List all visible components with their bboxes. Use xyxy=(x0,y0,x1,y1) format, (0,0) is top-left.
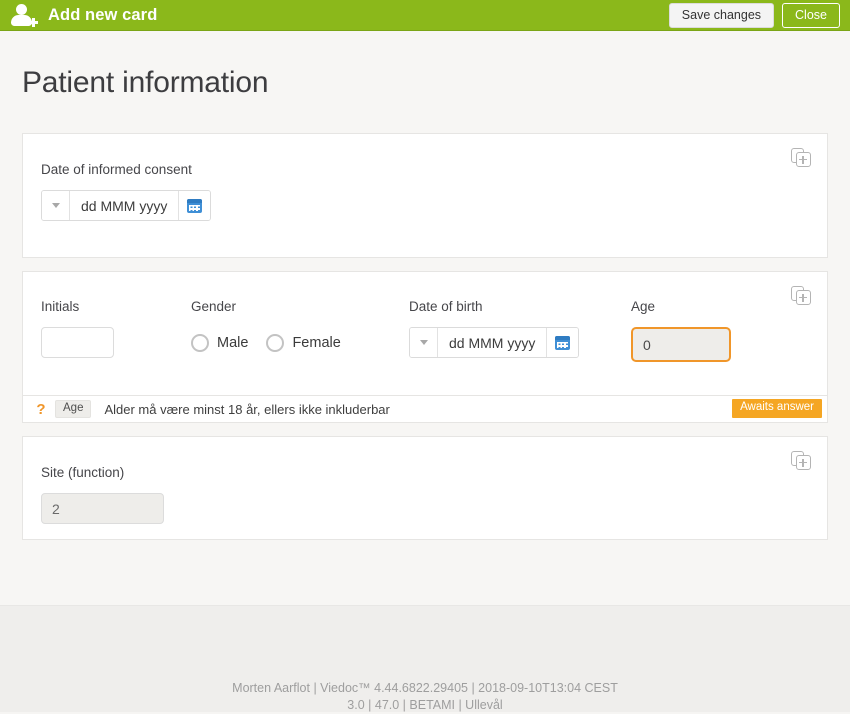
field-gender: Gender Male Female xyxy=(191,299,409,362)
footer-line-2: 3.0 | 47.0 | BETAMI | Ullevål xyxy=(347,698,503,712)
gender-radio-group: Male Female xyxy=(191,327,409,358)
age-input[interactable]: 0 xyxy=(631,327,731,362)
app-title: Add new card xyxy=(48,5,158,24)
header-actions: Save changes Close xyxy=(668,3,840,28)
app-header: Add new card Save changes Close xyxy=(0,0,850,31)
initials-label: Initials xyxy=(41,299,80,314)
dob-date-input[interactable]: dd MMM yyyy xyxy=(438,328,547,357)
question-icon[interactable]: ? xyxy=(33,401,49,418)
gender-label: Gender xyxy=(191,299,237,314)
validation-message-bar: ? Age Alder må være minst 18 år, ellers … xyxy=(22,396,828,423)
footer-line-1: Morten Aarflot | Viedoc™ 4.44.6822.29405… xyxy=(232,681,618,695)
page-footer: Morten Aarflot | Viedoc™ 4.44.6822.29405… xyxy=(0,605,850,712)
field-date-of-birth: Date of birth dd MMM yyyy xyxy=(409,299,631,362)
card-site-function: Site (function) 2 xyxy=(22,436,828,540)
site-input[interactable]: 2 xyxy=(41,493,164,524)
copy-add-icon[interactable] xyxy=(791,284,815,308)
status-badge[interactable]: Awaits answer xyxy=(732,399,822,418)
copy-add-icon[interactable] xyxy=(791,449,815,473)
card-date-of-informed-consent: Date of informed consent dd MMM yyyy xyxy=(22,133,828,258)
radio-circle-icon xyxy=(266,333,285,352)
radio-circle-icon xyxy=(191,333,209,352)
validation-message-text: Alder må være minst 18 år, ellers ikke i… xyxy=(104,401,390,417)
gender-radio-female-label: Female xyxy=(292,334,341,351)
validation-field-tag: Age xyxy=(55,399,92,419)
add-user-icon xyxy=(10,2,40,28)
app-header-brand: Add new card xyxy=(0,2,157,28)
calendar-icon xyxy=(187,198,203,213)
field-age: Age 0 xyxy=(631,299,781,362)
gender-radio-male[interactable]: Male xyxy=(191,333,249,352)
page-title: Patient information xyxy=(22,66,269,99)
chevron-down-icon xyxy=(419,340,428,345)
dob-date-dropdown-button[interactable] xyxy=(410,328,438,357)
consent-date-label: Date of informed consent xyxy=(41,162,192,177)
save-changes-button[interactable]: Save changes xyxy=(668,3,775,28)
dob-date-widget[interactable]: dd MMM yyyy xyxy=(409,327,580,358)
consent-date-widget[interactable]: dd MMM yyyy xyxy=(41,190,212,221)
calendar-icon xyxy=(555,335,571,350)
gender-radio-male-label: Male xyxy=(217,334,249,351)
gender-radio-female[interactable]: Female xyxy=(266,333,341,352)
dob-date-calendar-button[interactable] xyxy=(546,328,579,357)
consent-date-calendar-button[interactable] xyxy=(178,191,211,220)
initials-input[interactable] xyxy=(41,327,114,358)
age-label: Age xyxy=(631,299,656,314)
close-button[interactable]: Close xyxy=(782,3,840,28)
consent-date-dropdown-button[interactable] xyxy=(42,191,70,220)
card-demographics: Initials Gender Male Female Date of birt… xyxy=(22,271,828,396)
site-label: Site (function) xyxy=(41,465,125,480)
copy-add-icon[interactable] xyxy=(791,146,815,170)
field-initials: Initials xyxy=(41,299,191,362)
page-content: Patient information Date of informed con… xyxy=(0,31,850,605)
consent-date-input[interactable]: dd MMM yyyy xyxy=(70,191,179,220)
dob-label: Date of birth xyxy=(409,299,483,314)
chevron-down-icon xyxy=(51,203,60,208)
